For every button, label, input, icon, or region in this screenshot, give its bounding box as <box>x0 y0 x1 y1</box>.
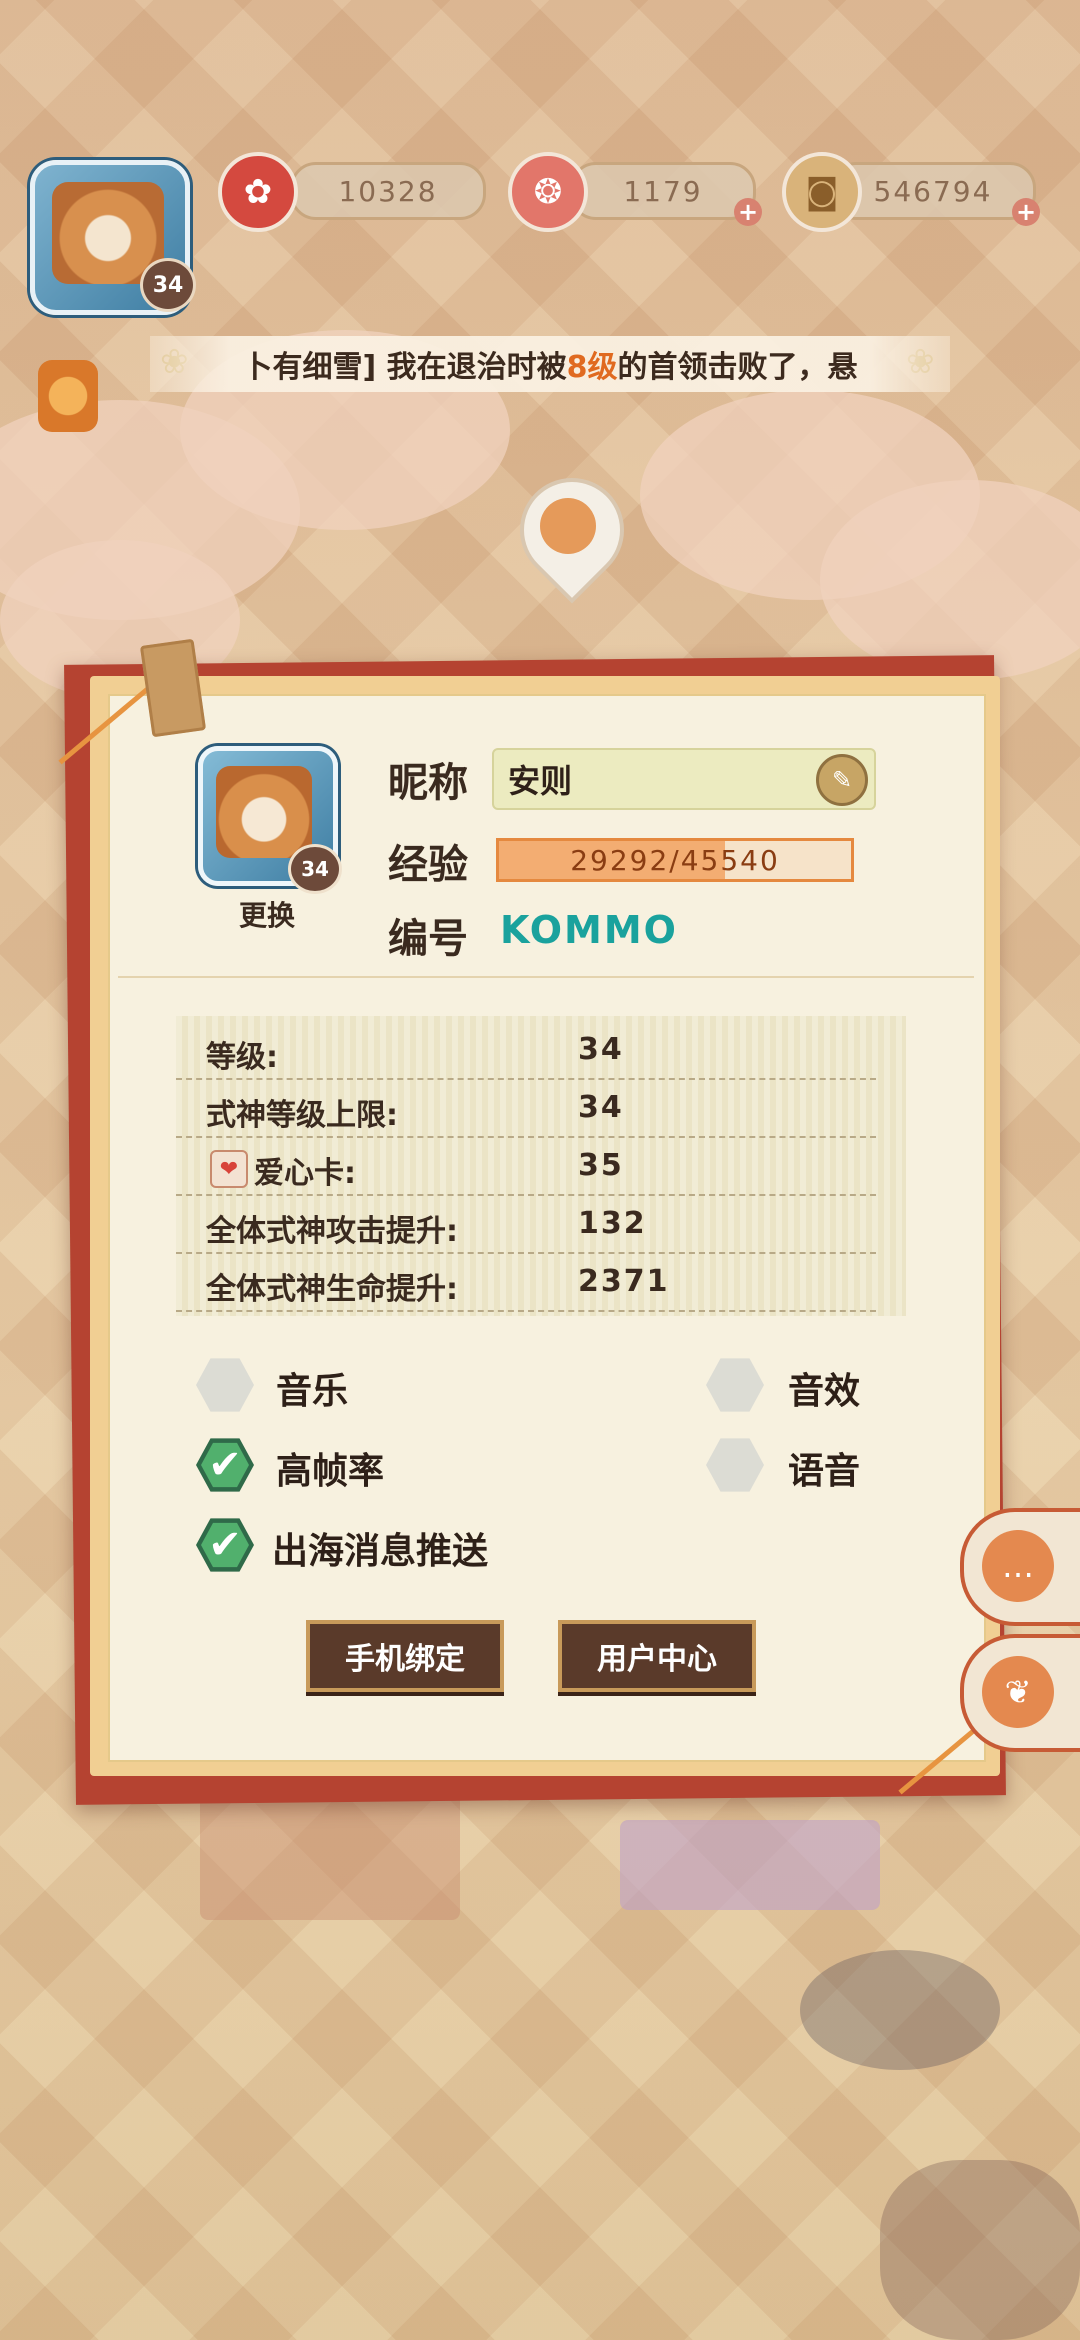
add-jade-button[interactable]: + <box>734 198 762 226</box>
news-ticker[interactable]: 卜有细雪] 我在退治时被 8级 的首领击败了，悬 <box>150 336 950 392</box>
jade-count: 1179 <box>570 162 756 220</box>
stat-value: 34 <box>578 1090 624 1125</box>
stat-label: 全体式神攻击提升: <box>206 1214 458 1249</box>
high-framerate-toggle[interactable]: ✔ <box>196 1436 254 1494</box>
stat-row-hp-bonus: 全体式神生命提升: 2371 <box>176 1254 876 1312</box>
avatar-level-badge: 34 <box>288 844 342 894</box>
user-center-button[interactable]: 用户中心 <box>558 1620 756 1692</box>
dog-portrait-icon <box>216 766 312 858</box>
pencil-icon: ✎ <box>831 766 853 794</box>
checkmark-icon: ✔ <box>208 1442 242 1488</box>
sound-effects-toggle[interactable] <box>706 1356 764 1414</box>
coin-icon: ◙ <box>782 152 862 232</box>
avatar-level-badge: 34 <box>140 258 196 312</box>
profile-avatar[interactable]: 34 <box>192 740 342 894</box>
voice-toggle[interactable] <box>706 1436 764 1494</box>
stat-value: 2371 <box>578 1264 670 1299</box>
high-framerate-label: 高帧率 <box>276 1451 385 1492</box>
hexagon-checkbox-icon <box>706 1358 764 1412</box>
ticker-highlight: 8级 <box>566 350 618 385</box>
ticker-text-before: 卜有细雪] 我在退治时被 <box>242 350 567 385</box>
stat-label: 爱心卡: <box>254 1156 356 1191</box>
chat-bubble-icon: … <box>982 1530 1054 1602</box>
checkmark-icon: ✔ <box>208 1522 242 1568</box>
section-divider <box>118 976 974 978</box>
voyage-notification-toggle[interactable]: ✔ <box>196 1516 254 1574</box>
stat-label: 全体式神生命提升: <box>206 1272 458 1307</box>
gift-button[interactable]: ❦ <box>960 1634 1080 1752</box>
stat-value: 35 <box>578 1148 624 1183</box>
nickname-label: 昵称 <box>388 760 468 806</box>
bind-phone-button[interactable]: 手机绑定 <box>306 1620 504 1692</box>
sound-effects-label: 音效 <box>788 1371 861 1412</box>
lantern-icon[interactable] <box>38 360 98 432</box>
music-toggle[interactable] <box>196 1356 254 1414</box>
magatama-count: 10328 <box>290 162 486 220</box>
stat-row-level: 等级: 34 <box>176 1022 876 1080</box>
stat-label: 式神等级上限: <box>206 1098 398 1133</box>
exp-progress-bar: 29292/45540 <box>496 838 854 882</box>
nickname-value: 安则 <box>508 762 573 800</box>
add-coin-button[interactable]: + <box>1012 198 1040 226</box>
plum-blossom-icon: ✿ <box>218 152 298 232</box>
change-avatar-button[interactable]: 更换 <box>226 894 308 934</box>
stat-row-heart-card: ❤ 爱心卡: 35 <box>176 1138 876 1196</box>
player-avatar-top[interactable]: 34 <box>12 140 202 315</box>
hexagon-checkbox-icon <box>196 1358 254 1412</box>
exp-progress-text: 29292/45540 <box>570 843 780 877</box>
character-portrait-icon <box>540 498 596 554</box>
stat-row-attack-bonus: 全体式神攻击提升: 132 <box>176 1196 876 1254</box>
stat-row-shikigami-level-cap: 式神等级上限: 34 <box>176 1080 876 1138</box>
stat-value: 34 <box>578 1032 624 1067</box>
gift-icon: ❦ <box>982 1656 1054 1728</box>
music-label: 音乐 <box>276 1371 349 1412</box>
stat-value: 132 <box>578 1206 647 1241</box>
hexagon-checkbox-icon <box>706 1438 764 1492</box>
exp-label: 经验 <box>388 842 468 888</box>
magatama-icon: ❂ <box>508 152 588 232</box>
player-id-value: KOMMO <box>500 908 678 952</box>
chat-button[interactable]: … <box>960 1508 1080 1626</box>
voyage-notification-label: 出海消息推送 <box>272 1531 489 1572</box>
voice-label: 语音 <box>788 1451 861 1492</box>
stat-label: 等级: <box>206 1040 278 1075</box>
ticker-text-after: 的首领击败了，悬 <box>617 350 858 385</box>
edit-nickname-button[interactable]: ✎ <box>816 754 868 806</box>
id-label: 编号 <box>388 916 468 962</box>
heart-card-icon: ❤ <box>210 1150 248 1188</box>
